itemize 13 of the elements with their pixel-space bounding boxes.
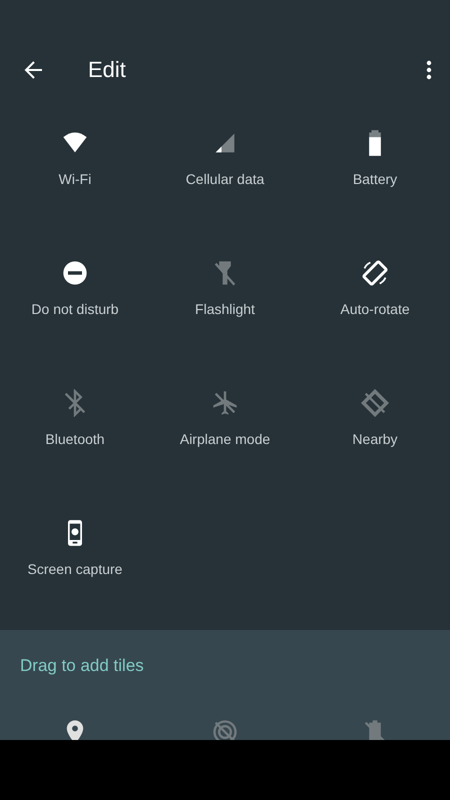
tile-label: Battery — [352, 171, 398, 187]
tile-label: Auto-rotate — [340, 301, 410, 317]
tile-label: Screen capture — [28, 561, 122, 577]
tile-label: Airplane mode — [180, 431, 270, 447]
more-vert-icon — [426, 60, 432, 80]
tile-label: Wi-Fi — [58, 171, 92, 187]
tile-label: Flashlight — [195, 301, 255, 317]
section-heading: Drag to add tiles — [19, 655, 145, 677]
tile-label: Bluetooth — [45, 431, 105, 447]
tile-label: Nearby — [352, 431, 398, 447]
screen-title: Edit — [88, 57, 127, 83]
tile-label: Cellular data — [186, 171, 264, 187]
tile-label: Do not disturb — [31, 301, 119, 317]
